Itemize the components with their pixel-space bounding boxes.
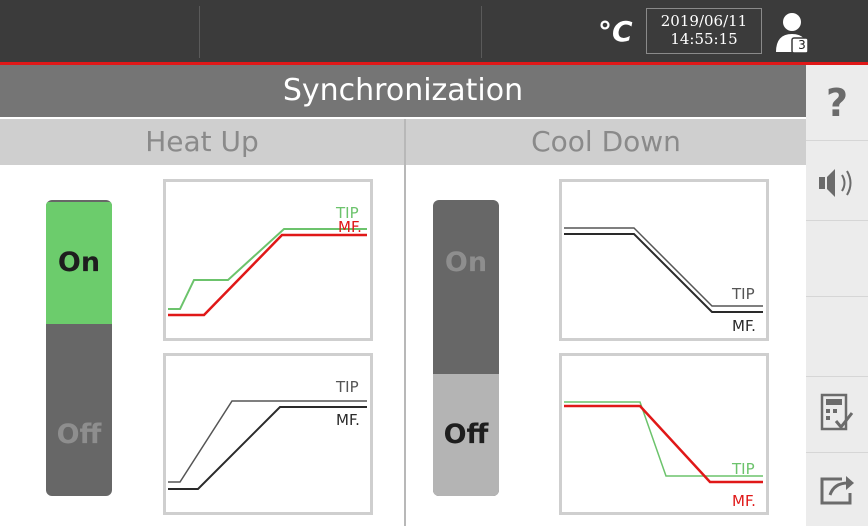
cool-down-sync-toggle[interactable]: On Off bbox=[433, 200, 499, 496]
status-segment bbox=[0, 6, 200, 58]
heat-up-off-option[interactable]: Off bbox=[46, 374, 112, 496]
export-button[interactable] bbox=[806, 453, 868, 526]
status-segment bbox=[482, 6, 592, 58]
user-silhouette-icon bbox=[776, 13, 809, 54]
heat-up-unsynced-graph: TIP MF. bbox=[163, 353, 373, 515]
sound-button[interactable] bbox=[806, 141, 868, 221]
tip-label: TIP bbox=[336, 378, 359, 396]
time-text: 14:55:15 bbox=[670, 30, 738, 48]
cool-down-header: Cool Down bbox=[406, 119, 806, 165]
calculator-button[interactable] bbox=[806, 377, 868, 453]
mf-curve bbox=[168, 233, 367, 317]
mf-label: MF. bbox=[338, 218, 362, 236]
status-segment bbox=[200, 6, 482, 58]
export-icon bbox=[820, 476, 854, 505]
status-bar: °C 2019/06/11 14:55:15 3 bbox=[0, 0, 868, 64]
heat-up-on-option[interactable]: On bbox=[46, 202, 112, 324]
user-level-badge: 3 bbox=[798, 38, 806, 52]
right-sidebar: ? bbox=[806, 65, 868, 526]
tip-label: TIP bbox=[732, 460, 755, 478]
help-icon: ? bbox=[825, 81, 849, 125]
heat-up-header: Heat Up bbox=[0, 119, 404, 165]
mf-label: MF. bbox=[732, 317, 756, 335]
cool-down-synced-graph: TIP MF. bbox=[559, 353, 769, 515]
cool-down-off-option[interactable]: Off bbox=[433, 374, 499, 496]
help-button[interactable]: ? bbox=[806, 65, 868, 141]
speaker-icon bbox=[819, 169, 852, 197]
temperature-unit-label: °C bbox=[598, 15, 633, 48]
heat-up-synced-graph: TIP MF. bbox=[163, 179, 373, 341]
calculator-check-icon bbox=[820, 393, 854, 431]
heat-up-sync-toggle[interactable]: On Off bbox=[46, 200, 112, 496]
cool-down-unsynced-graph: TIP MF. bbox=[559, 179, 769, 341]
tip-curve bbox=[168, 228, 367, 310]
sidebar-empty-slot bbox=[806, 297, 868, 377]
page-title: Synchronization bbox=[0, 65, 806, 117]
mf-label: MF. bbox=[732, 492, 756, 510]
user-icon[interactable]: 3 bbox=[772, 10, 816, 54]
temperature-unit-icon[interactable]: °C bbox=[598, 14, 638, 50]
tip-label: TIP bbox=[732, 285, 755, 303]
date-text: 2019/06/11 bbox=[660, 12, 748, 30]
cool-down-on-option[interactable]: On bbox=[433, 202, 499, 324]
section-divider bbox=[404, 119, 406, 526]
sidebar-empty-slot bbox=[806, 221, 868, 297]
mf-label: MF. bbox=[336, 411, 360, 429]
date-time-display[interactable]: 2019/06/11 14:55:15 bbox=[646, 8, 762, 54]
